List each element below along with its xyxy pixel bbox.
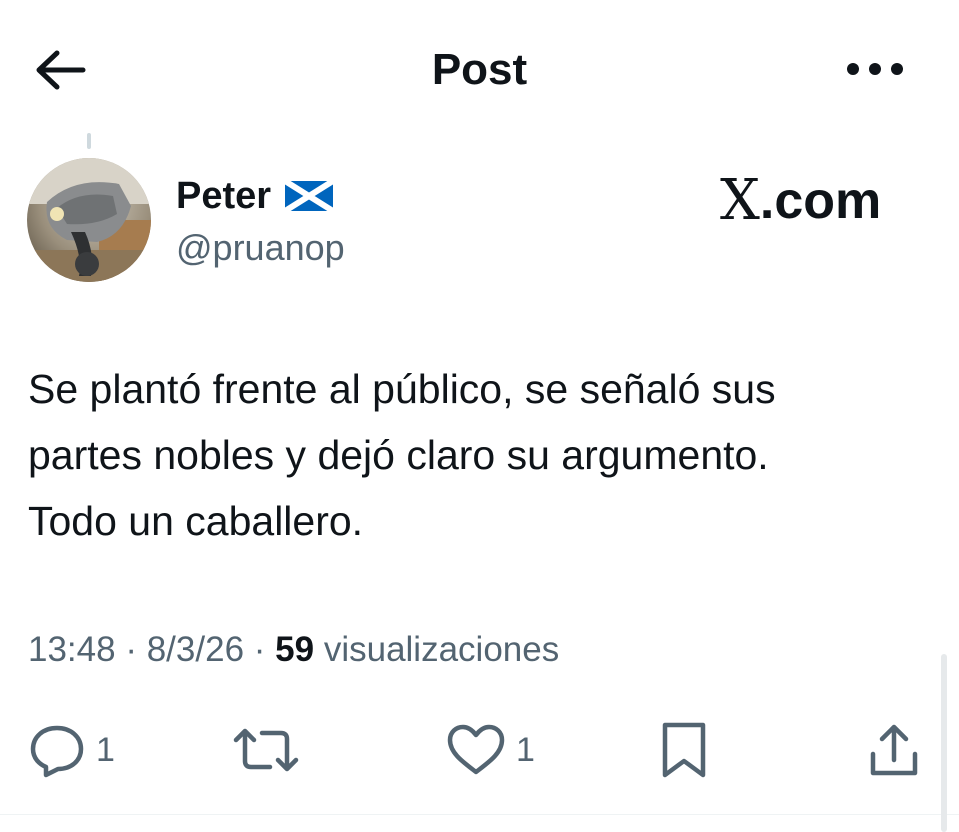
repost-button[interactable] xyxy=(232,718,300,782)
post-text: Se plantó frente al público, se señaló s… xyxy=(28,366,776,544)
scrollbar[interactable] xyxy=(941,654,947,832)
x-logo-letter: X xyxy=(720,168,760,233)
like-count: 1 xyxy=(516,731,535,769)
action-bar: 1 1 xyxy=(0,718,959,782)
heart-icon xyxy=(447,724,505,775)
page-title: Post xyxy=(431,45,528,94)
share-icon xyxy=(870,724,918,776)
avatar[interactable] xyxy=(27,158,151,282)
author-name: Peter xyxy=(176,175,272,217)
share-button[interactable] xyxy=(868,718,920,782)
meta-separator: · xyxy=(125,630,137,669)
more-horizontal-icon xyxy=(847,63,903,75)
top-bar: Post xyxy=(0,0,959,140)
divider xyxy=(0,814,959,815)
reply-count: 1 xyxy=(96,731,115,769)
thread-connector-line xyxy=(87,133,91,149)
like-button[interactable]: 1 xyxy=(446,718,535,782)
views-count: 59 xyxy=(275,630,315,669)
post-time[interactable]: 13:48 xyxy=(28,630,116,669)
reply-button[interactable]: 1 xyxy=(28,718,115,782)
more-options-button[interactable] xyxy=(840,46,910,92)
author-name-row[interactable]: Peter xyxy=(176,174,334,218)
watermark-suffix: .com xyxy=(759,172,882,230)
author-handle[interactable]: @pruanop xyxy=(176,226,345,270)
views-label: visualizaciones xyxy=(323,630,560,669)
x-com-watermark: X .com xyxy=(720,168,882,233)
post-meta: 13:48 · 8/3/26 · 59 visualizaciones xyxy=(28,628,559,672)
bookmark-button[interactable] xyxy=(658,718,710,782)
avatar-photo xyxy=(27,158,151,282)
bookmark-icon xyxy=(662,722,706,778)
repost-icon xyxy=(233,728,299,772)
reply-icon xyxy=(30,725,84,778)
post-date[interactable]: 8/3/26 xyxy=(147,630,244,669)
meta-separator: · xyxy=(253,630,266,669)
scotland-flag-icon xyxy=(285,181,334,211)
